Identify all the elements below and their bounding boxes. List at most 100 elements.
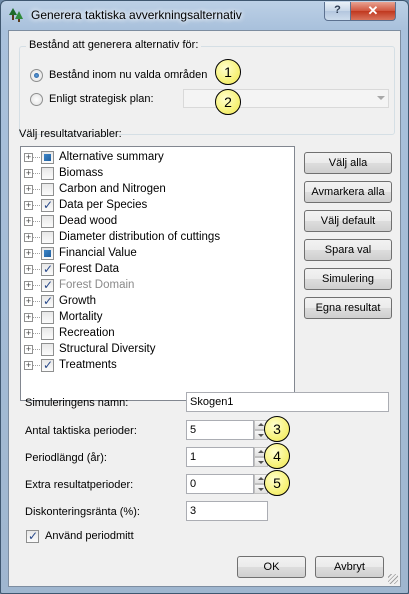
use-midpoint-checkbox[interactable]: [26, 529, 39, 543]
tree-connector: [33, 365, 40, 366]
callout-5: 5: [264, 470, 290, 496]
simulation-name-label: Simuleringens namn:: [25, 397, 129, 409]
tree-row[interactable]: + Treatments: [21, 358, 291, 374]
help-button[interactable]: ?: [324, 2, 351, 21]
tree-connector: [33, 317, 40, 318]
tree-item-label[interactable]: Biomass: [59, 167, 103, 179]
title-bar[interactable]: Generera taktiska avverkningsalternativ …: [1, 1, 408, 29]
radio-selected-areas[interactable]: [30, 69, 43, 82]
tree-item-label[interactable]: Diameter distribution of cuttings: [59, 231, 220, 243]
tree-item-label[interactable]: Carbon and Nitrogen: [59, 183, 166, 195]
callout-3: 3: [264, 416, 290, 442]
period-length-input[interactable]: 1: [186, 447, 254, 467]
ok-button[interactable]: OK: [237, 556, 306, 578]
expand-icon[interactable]: +: [24, 201, 33, 210]
tree-item-label[interactable]: Mortality: [59, 311, 102, 323]
tree-connector: [33, 253, 40, 254]
tree-item-label[interactable]: Growth: [59, 295, 96, 307]
tree-row[interactable]: + Data per Species: [21, 198, 291, 214]
tree-row[interactable]: + Diameter distribution of cuttings: [21, 230, 291, 246]
tree-checkbox[interactable]: [41, 343, 54, 356]
tree-connector: [33, 285, 40, 286]
tree-row[interactable]: + Recreation: [21, 326, 291, 342]
extra-periods-input[interactable]: 0: [186, 474, 254, 494]
tree-checkbox[interactable]: [41, 294, 54, 308]
tree-checkbox[interactable]: [41, 327, 54, 340]
tree-item-label[interactable]: Financial Value: [59, 247, 137, 259]
tree-item-label[interactable]: Alternative summary: [59, 151, 164, 163]
expand-icon[interactable]: +: [24, 233, 33, 242]
simulation-button[interactable]: Simulering: [304, 268, 392, 290]
tree-connector: [33, 333, 40, 334]
deselect-all-button[interactable]: Avmarkera alla: [304, 181, 392, 203]
save-selection-button[interactable]: Spara val: [304, 239, 392, 261]
expand-icon[interactable]: +: [24, 281, 33, 290]
window-title: Generera taktiska avverkningsalternativ: [31, 8, 242, 22]
tree-checkbox[interactable]: [41, 262, 54, 276]
tree-checkbox[interactable]: [41, 183, 54, 196]
tree-row[interactable]: + Forest Data: [21, 262, 291, 278]
tree-connector: [33, 349, 40, 350]
tree-item-label[interactable]: Treatments: [59, 359, 117, 371]
stand-selection-title: Bestånd att generera alternativ för:: [26, 39, 202, 51]
expand-icon[interactable]: +: [24, 297, 33, 306]
tree-connector: [33, 237, 40, 238]
expand-icon[interactable]: +: [24, 313, 33, 322]
tree-checkbox[interactable]: [41, 231, 54, 244]
use-midpoint-label[interactable]: Använd periodmitt: [45, 530, 134, 542]
tactical-periods-input[interactable]: 5: [186, 420, 254, 440]
expand-icon[interactable]: +: [24, 249, 33, 258]
tree-item-label[interactable]: Recreation: [59, 327, 115, 339]
tree-connector: [33, 221, 40, 222]
tree-checkbox[interactable]: [41, 358, 54, 372]
expand-icon[interactable]: +: [24, 265, 33, 274]
tree-checkbox[interactable]: [41, 198, 54, 212]
tree-item-label[interactable]: Structural Diversity: [59, 343, 156, 355]
radio-strategic-plan[interactable]: [30, 93, 43, 106]
tree-row[interactable]: + Growth: [21, 294, 291, 310]
own-results-button[interactable]: Egna resultat: [304, 297, 392, 319]
tree-row[interactable]: + Dead wood: [21, 214, 291, 230]
close-button[interactable]: ✕: [350, 2, 396, 21]
tree-row[interactable]: + Structural Diversity: [21, 342, 291, 358]
expand-icon[interactable]: +: [24, 345, 33, 354]
tree-checkbox[interactable]: [41, 311, 54, 324]
select-all-button[interactable]: Välj alla: [304, 152, 392, 174]
tree-connector: [33, 157, 40, 158]
tree-item-label[interactable]: Forest Domain: [59, 279, 134, 291]
tree-row[interactable]: + Mortality: [21, 310, 291, 326]
result-variables-tree[interactable]: + Alternative summary + Biomass + Carbon and …: [20, 146, 295, 401]
tree-checkbox[interactable]: [41, 215, 54, 228]
tree-checkbox[interactable]: [41, 278, 54, 292]
callout-4: 4: [264, 443, 290, 469]
tree-item-label[interactable]: Dead wood: [59, 215, 117, 227]
tree-row[interactable]: + Forest Domain: [21, 278, 291, 294]
dialog-window: Generera taktiska avverkningsalternativ …: [0, 0, 409, 594]
strategic-plan-dropdown[interactable]: [183, 89, 389, 108]
tree-row[interactable]: + Carbon and Nitrogen: [21, 182, 291, 198]
tree-row[interactable]: + Alternative summary: [21, 150, 291, 166]
expand-icon[interactable]: +: [24, 361, 33, 370]
tree-checkbox[interactable]: [41, 151, 54, 164]
expand-icon[interactable]: +: [24, 153, 33, 162]
tactical-periods-label: Antal taktiska perioder:: [25, 425, 137, 437]
tree-checkbox[interactable]: [41, 167, 54, 180]
expand-icon[interactable]: +: [24, 185, 33, 194]
tree-row[interactable]: + Biomass: [21, 166, 291, 182]
cancel-button[interactable]: Avbryt: [315, 556, 384, 578]
expand-icon[interactable]: +: [24, 329, 33, 338]
radio-selected-areas-label[interactable]: Bestånd inom nu valda områden: [49, 69, 207, 81]
simulation-name-input[interactable]: Skogen1: [186, 392, 389, 412]
tree-checkbox[interactable]: [41, 247, 54, 260]
expand-icon[interactable]: +: [24, 169, 33, 178]
tree-item-label[interactable]: Data per Species: [59, 199, 147, 211]
radio-strategic-plan-label[interactable]: Enligt strategisk plan:: [49, 93, 154, 105]
select-default-button[interactable]: Välj default: [304, 210, 392, 232]
discount-rate-input[interactable]: 3: [186, 501, 268, 521]
callout-1: 1: [215, 59, 241, 85]
expand-icon[interactable]: +: [24, 217, 33, 226]
discount-rate-label: Diskonteringsränta (%):: [25, 506, 140, 518]
tree-row[interactable]: + Financial Value: [21, 246, 291, 262]
tree-item-label[interactable]: Forest Data: [59, 263, 119, 275]
resize-grip-icon[interactable]: [388, 574, 398, 584]
